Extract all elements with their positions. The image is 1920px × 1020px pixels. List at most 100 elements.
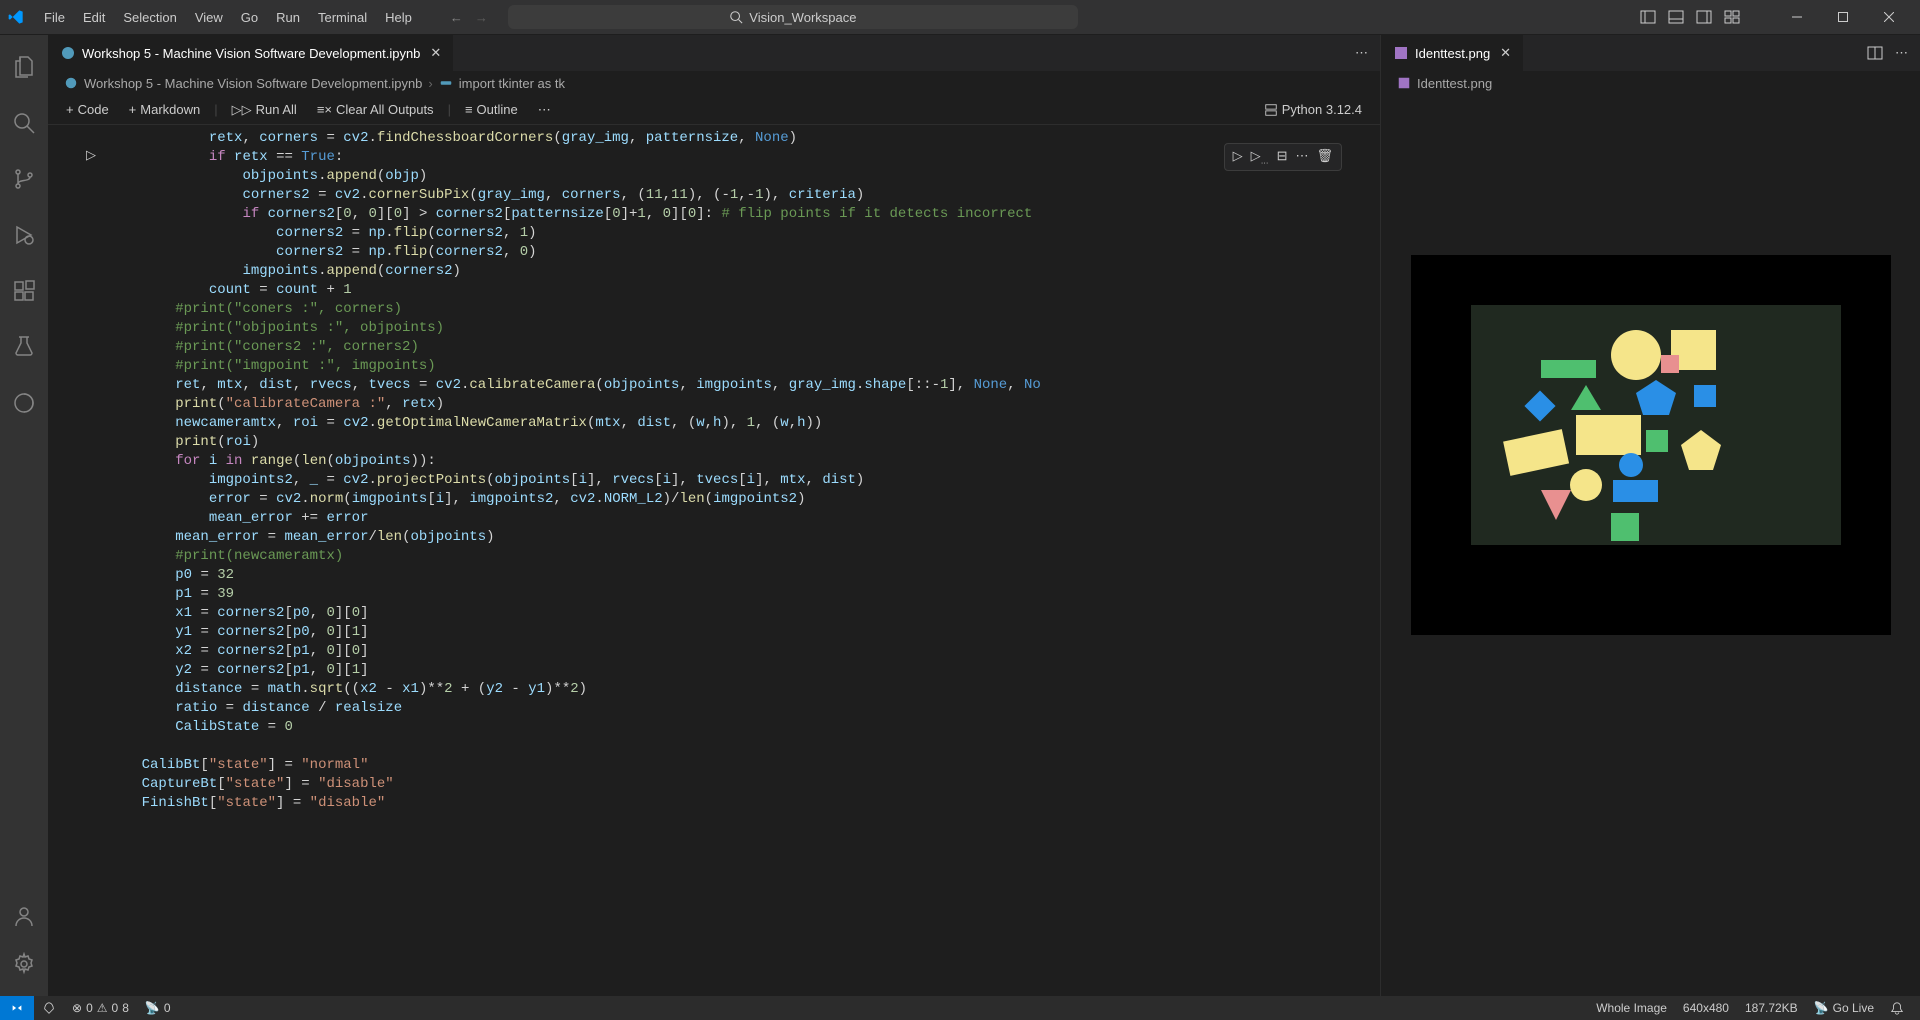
layout-toggle-panel-icon[interactable] <box>1668 9 1684 25</box>
menu-item-go[interactable]: Go <box>233 6 266 29</box>
tab-label: Identtest.png <box>1415 46 1490 61</box>
nav-back-icon[interactable]: ← <box>450 10 463 25</box>
menu-item-view[interactable]: View <box>187 6 231 29</box>
run-cell-icon[interactable]: ▷ <box>1233 148 1243 166</box>
error-icon: ⊗ <box>72 1001 82 1015</box>
nb-add-markdown[interactable]: +Markdown <box>123 100 207 119</box>
breadcrumb-left[interactable]: Workshop 5 - Machine Vision Software Dev… <box>48 71 1380 95</box>
nb-kernel-picker[interactable]: Python 3.12.4 <box>1258 100 1368 119</box>
close-tab-icon[interactable]: ✕ <box>1500 45 1511 61</box>
activity-bar <box>0 35 48 996</box>
activity-testing[interactable] <box>0 323 48 371</box>
clear-icon: ≡× <box>317 102 332 117</box>
nb-outline[interactable]: ≡Outline <box>459 100 524 119</box>
debug-icon <box>12 223 36 247</box>
delete-cell-icon[interactable]: 🗑 <box>1316 148 1333 166</box>
git-branch-icon <box>12 167 36 191</box>
nav-forward-icon[interactable]: → <box>475 10 488 25</box>
activity-accounts[interactable] <box>0 892 48 940</box>
menu-item-run[interactable]: Run <box>268 6 308 29</box>
nb-run-all[interactable]: ▷▷Run All <box>226 100 303 120</box>
remote-icon <box>10 1001 24 1015</box>
notebook-code-cell[interactable]: ▷ ▷… ⊟ ⋯ 🗑 ▷ retx, corners = cv2.findChe… <box>48 125 1380 996</box>
status-filesize: 187.72KB <box>1737 996 1806 1020</box>
title-bar: FileEditSelectionViewGoRunTerminalHelp ←… <box>0 0 1920 35</box>
status-launch[interactable] <box>34 996 64 1020</box>
window-close-button[interactable] <box>1866 0 1912 35</box>
nb-more[interactable]: ⋯ <box>532 100 557 120</box>
activity-settings[interactable] <box>0 940 48 988</box>
editor-group-right: Identtest.png ✕ ⋯ Identtest.png <box>1380 35 1920 996</box>
layout-custom-icon[interactable] <box>1724 9 1740 25</box>
close-tab-icon[interactable]: ✕ <box>430 45 441 61</box>
status-notifications[interactable] <box>1882 996 1912 1020</box>
activity-run-debug[interactable] <box>0 211 48 259</box>
tab-more-icon[interactable]: ⋯ <box>1355 45 1368 61</box>
menu-item-terminal[interactable]: Terminal <box>310 6 375 29</box>
cell-toolbar: ▷ ▷… ⊟ ⋯ 🗑 <box>1224 143 1342 171</box>
status-ports[interactable]: 📡0 <box>137 996 179 1020</box>
layout-toggle-sidebar-icon[interactable] <box>1640 9 1656 25</box>
tab-notebook[interactable]: Workshop 5 - Machine Vision Software Dev… <box>48 35 454 71</box>
search-icon <box>729 10 743 24</box>
tab-label: Workshop 5 - Machine Vision Software Dev… <box>82 46 420 61</box>
tab-more-icon[interactable]: ⋯ <box>1895 45 1908 61</box>
vscode-logo-icon <box>8 9 24 25</box>
tab-image[interactable]: Identtest.png ✕ <box>1381 35 1524 71</box>
status-problems[interactable]: ⊗0 ⚠0 8 <box>64 996 137 1020</box>
antenna-icon: 📡 <box>145 1001 160 1015</box>
layout-toggle-secondary-icon[interactable] <box>1696 9 1712 25</box>
status-dimensions: 640x480 <box>1675 996 1737 1020</box>
rocket-icon <box>42 1001 56 1015</box>
jupyter-file-icon <box>60 45 76 61</box>
search-text: Vision_Workspace <box>749 10 856 25</box>
tab-bar-right: Identtest.png ✕ ⋯ <box>1381 35 1920 71</box>
run-cell-gutter-icon[interactable]: ▷ <box>86 147 96 996</box>
window-minimize-button[interactable] <box>1774 0 1820 35</box>
nb-add-code[interactable]: +Code <box>60 100 115 119</box>
server-icon <box>1264 103 1278 117</box>
window-maximize-button[interactable] <box>1820 0 1866 35</box>
split-editor-icon[interactable] <box>1867 45 1883 61</box>
outline-icon: ≡ <box>465 102 473 117</box>
run-by-line-icon[interactable]: ▷… <box>1251 148 1269 166</box>
command-center-search[interactable]: Vision_Workspace <box>508 5 1078 29</box>
image-preview[interactable] <box>1381 95 1920 996</box>
split-cell-icon[interactable]: ⊟ <box>1277 148 1288 166</box>
activity-explorer[interactable] <box>0 43 48 91</box>
status-bar: ⊗0 ⚠0 8 📡0 Whole Image 640x480 187.72KB … <box>0 996 1920 1020</box>
editor-group-left: Workshop 5 - Machine Vision Software Dev… <box>48 35 1380 996</box>
menu-item-selection[interactable]: Selection <box>115 6 184 29</box>
menu-item-edit[interactable]: Edit <box>75 6 113 29</box>
image-file-icon <box>1393 45 1409 61</box>
beaker-icon <box>12 335 36 359</box>
plus-icon: + <box>66 102 74 117</box>
menu-bar: FileEditSelectionViewGoRunTerminalHelp <box>36 6 420 29</box>
remote-indicator[interactable] <box>0 996 34 1020</box>
search-icon <box>12 111 36 135</box>
cell-more-icon[interactable]: ⋯ <box>1295 148 1308 166</box>
account-icon <box>12 904 36 928</box>
nb-clear-outputs[interactable]: ≡×Clear All Outputs <box>311 100 440 119</box>
breadcrumb-right[interactable]: Identtest.png <box>1381 71 1920 95</box>
code-content[interactable]: retx, corners = cv2.findChessboardCorner… <box>108 125 1380 996</box>
jupyter-file-icon <box>64 76 78 90</box>
preview-image <box>1411 255 1891 635</box>
image-file-icon <box>1397 76 1411 90</box>
menu-item-file[interactable]: File <box>36 6 73 29</box>
activity-extensions[interactable] <box>0 267 48 315</box>
menu-item-help[interactable]: Help <box>377 6 420 29</box>
warning-icon: ⚠ <box>97 1001 108 1015</box>
notebook-toolbar: +Code +Markdown | ▷▷Run All ≡×Clear All … <box>48 95 1380 125</box>
tab-bar-left: Workshop 5 - Machine Vision Software Dev… <box>48 35 1380 71</box>
activity-jupyter[interactable] <box>0 379 48 427</box>
breadcrumb-symbol: import tkinter as tk <box>459 76 565 91</box>
status-golive[interactable]: 📡Go Live <box>1806 996 1882 1020</box>
status-whole-image[interactable]: Whole Image <box>1588 996 1675 1020</box>
run-all-icon: ▷▷ <box>232 102 252 118</box>
extensions-icon <box>12 279 36 303</box>
activity-source-control[interactable] <box>0 155 48 203</box>
activity-search[interactable] <box>0 99 48 147</box>
symbol-icon <box>439 76 453 90</box>
chevron-right-icon: › <box>428 76 432 91</box>
